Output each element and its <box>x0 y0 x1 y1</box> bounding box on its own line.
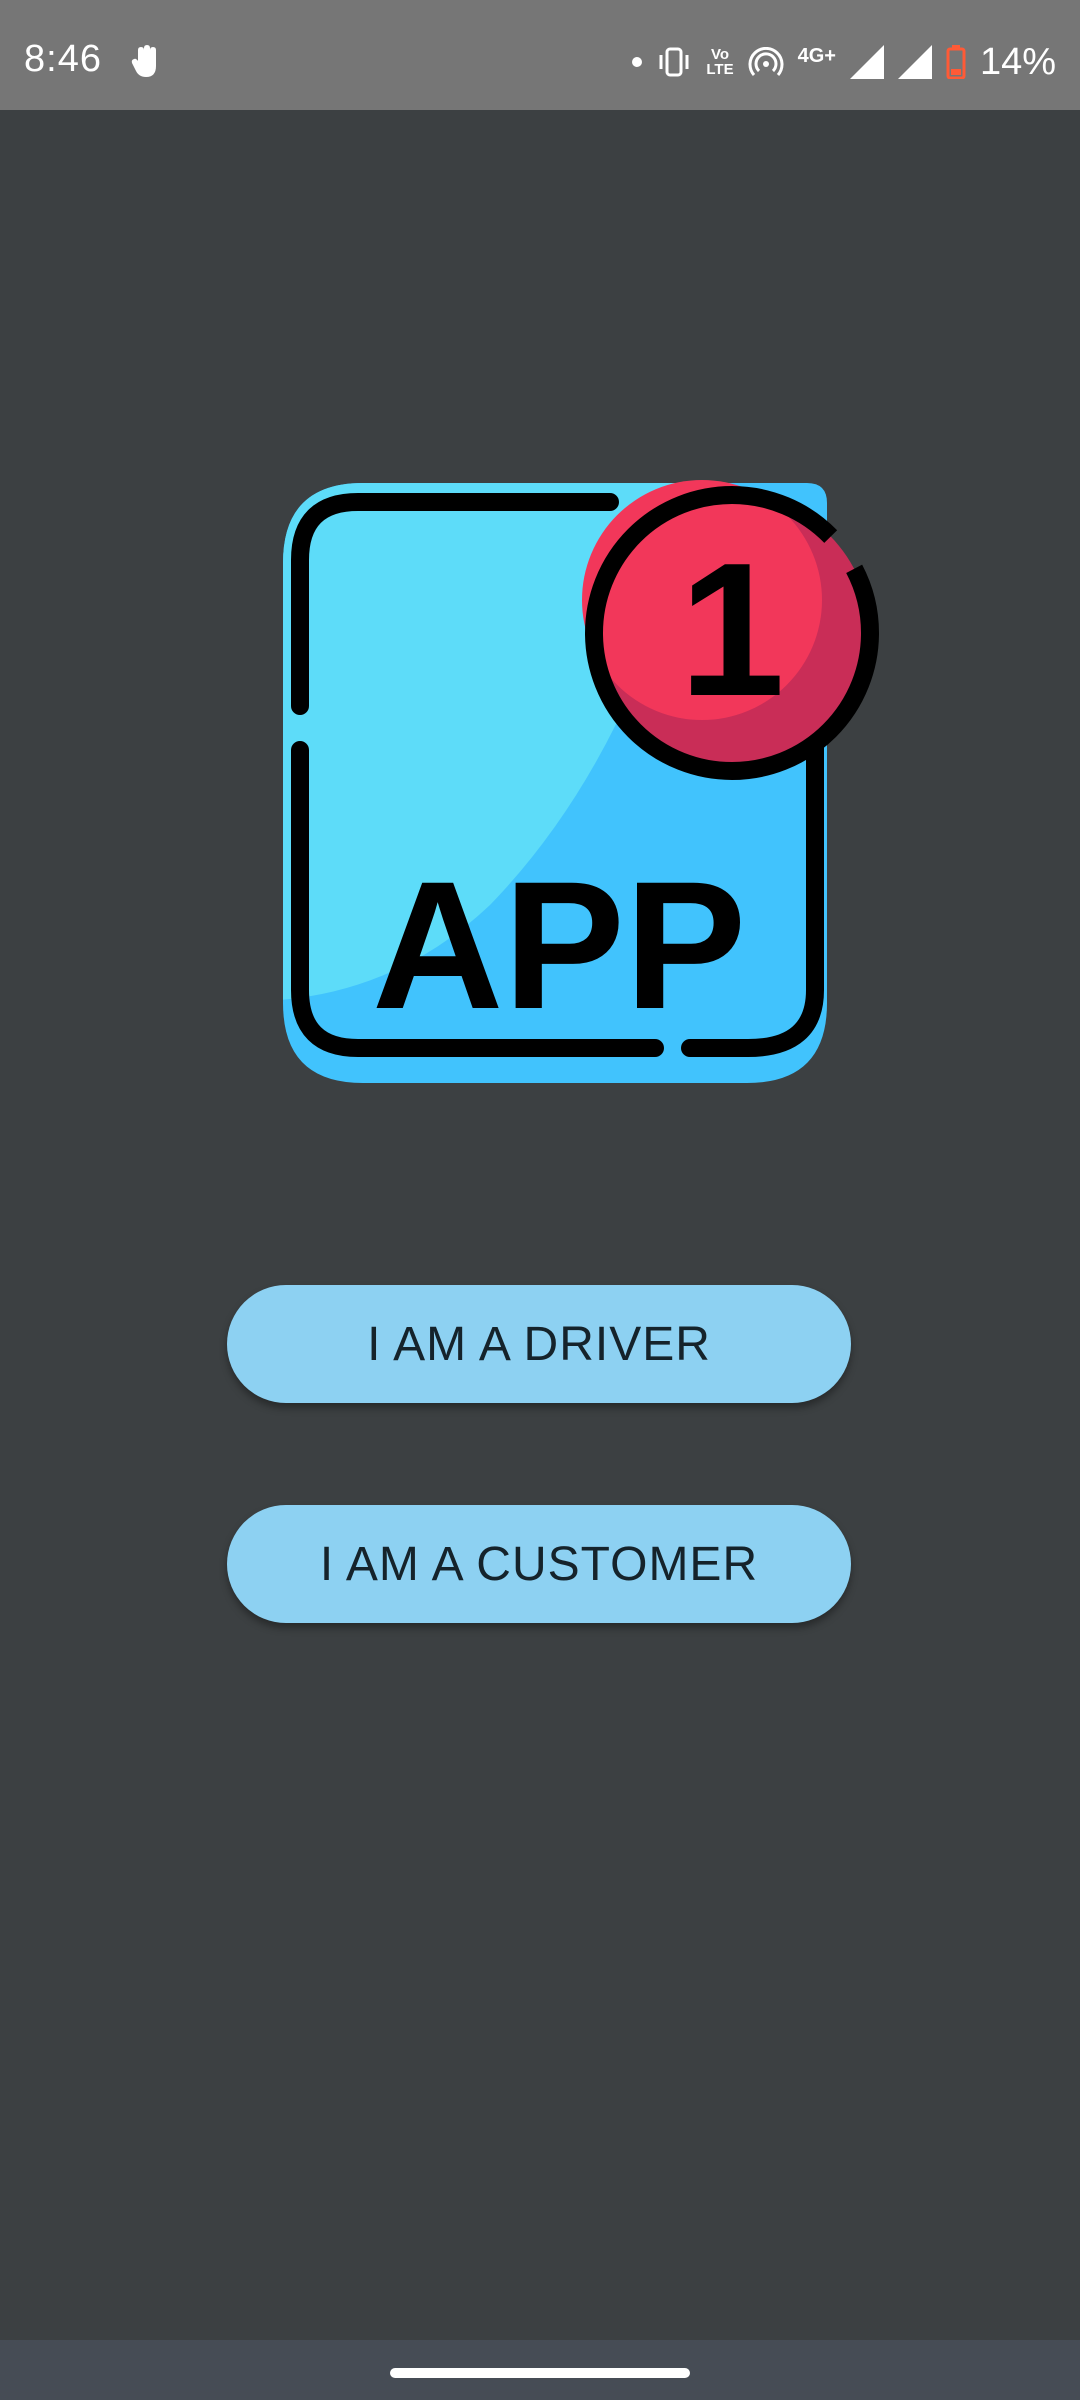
status-time: 8:46 <box>24 38 102 80</box>
status-bar: 8:46 Vo LTE 4G+ 14% <box>0 0 1080 110</box>
signal-icon <box>897 45 932 79</box>
navigation-bar <box>0 2340 1080 2400</box>
app-logo-text: APP <box>372 843 746 1047</box>
customer-button-label: I AM A CUSTOMER <box>319 1537 759 1591</box>
app-logo: APP 1 <box>283 480 879 1083</box>
hotspot-icon <box>748 47 784 76</box>
status-icons: Vo LTE 4G+ 14% <box>618 42 1056 82</box>
customer-button[interactable]: I AM A CUSTOMER <box>227 1505 851 1623</box>
driver-button-label: I AM A DRIVER <box>367 1317 711 1371</box>
battery-percent: 14% <box>979 41 1056 83</box>
network-type: 4G+ <box>797 44 836 67</box>
dot-icon <box>632 57 643 67</box>
notification-badge: 1 <box>582 480 879 780</box>
badge-count: 1 <box>679 524 785 736</box>
gesture-hand-icon <box>131 45 156 77</box>
volte-line1: Vo <box>710 46 729 63</box>
volte-line2: LTE <box>706 61 734 78</box>
home-indicator[interactable] <box>390 2368 690 2378</box>
signal-icon <box>849 45 884 79</box>
vibrate-icon <box>659 47 689 77</box>
battery-icon <box>946 45 966 79</box>
driver-button[interactable]: I AM A DRIVER <box>227 1285 851 1403</box>
volte-icon: Vo LTE <box>706 47 733 77</box>
